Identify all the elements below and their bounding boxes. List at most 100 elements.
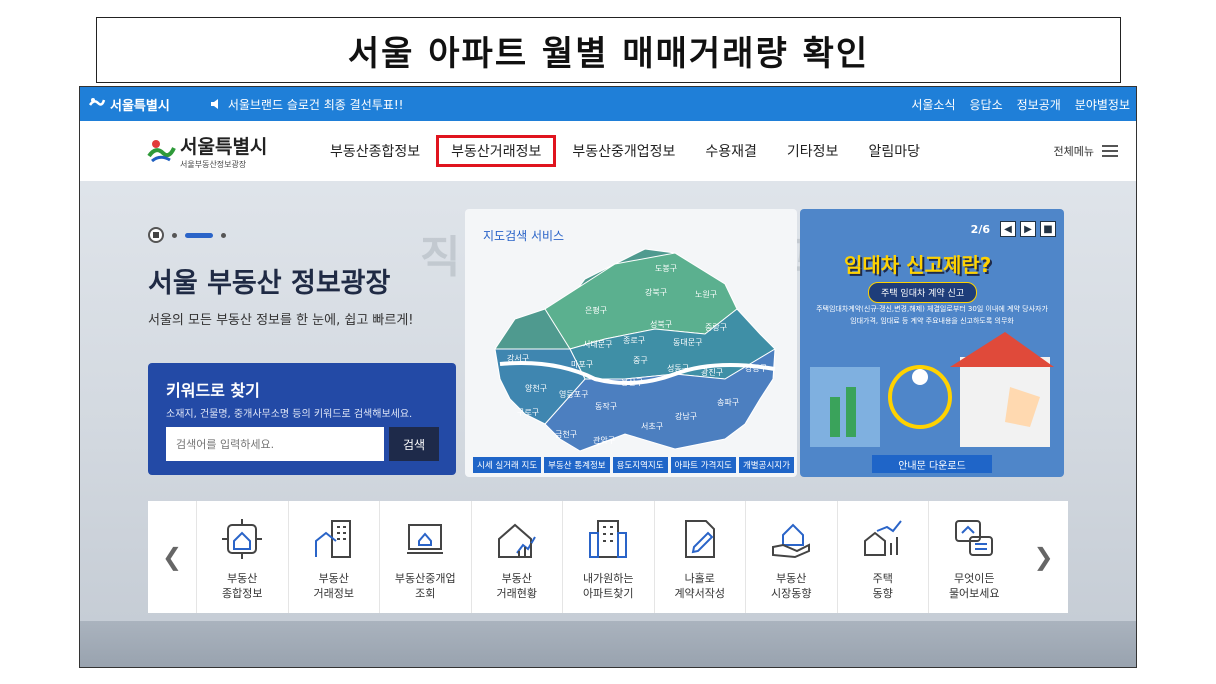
quick-link-housing-trend[interactable]: 주택 동향 — [836, 501, 929, 613]
top-link-field-info[interactable]: 분야별정보 — [1075, 96, 1130, 113]
chevron-left-icon[interactable]: ◀ — [1000, 221, 1016, 237]
stop-icon[interactable]: ■ — [1040, 221, 1056, 237]
district-label[interactable]: 영등포구 — [559, 389, 588, 399]
promo-counter: 2/6 — [970, 222, 990, 236]
menu-notice[interactable]: 알림마당 — [854, 135, 934, 167]
seoul-map[interactable]: 도봉구 강북구 노원구 은평구 성북구 중랑구 종로구 동대문구 서대문구 강서… — [475, 239, 787, 457]
top-brand[interactable]: 서울특별시 — [88, 95, 170, 114]
logo-sub-text: 서울부동산정보광장 — [180, 160, 247, 169]
speaker-icon — [210, 99, 218, 109]
top-notice[interactable]: 서울브랜드 슬로건 최종 결선투표!! — [210, 96, 404, 113]
keyword-search-input[interactable] — [166, 427, 384, 461]
quick-link-label: 시장동향 — [771, 587, 812, 600]
top-utility-bar: 서울특별시 서울브랜드 슬로건 최종 결선투표!! 서울소식 응답소 정보공개 … — [80, 87, 1136, 121]
district-label[interactable]: 중랑구 — [705, 322, 727, 332]
full-menu-button[interactable]: 전체메뉴 — [1054, 143, 1118, 159]
top-link-response[interactable]: 응답소 — [970, 96, 1003, 113]
keyword-search-button[interactable]: 검색 — [389, 427, 439, 461]
quick-link-label: 거래현황 — [496, 587, 537, 600]
quick-link-market-trend[interactable]: 부동산 시장동향 — [745, 501, 837, 613]
quick-link-label: 내가원하는 — [582, 572, 634, 585]
apartment-icon — [589, 520, 628, 558]
district-label[interactable]: 도봉구 — [655, 264, 677, 273]
promo-banner[interactable]: 2/6 ◀ ▶ ■ 임대차 신고제란? 주택 임대차 계약 신고 주택임대차계약… — [800, 209, 1064, 477]
keyword-search-box: 키워드로 찾기 소재지, 건물명, 중개사무소명 등의 키워드로 검색해보세요.… — [148, 363, 456, 475]
quick-link-label: 부동산 — [776, 572, 807, 585]
menu-transaction-info[interactable]: 부동산거래정보 — [436, 135, 557, 167]
map-tab-apt-price[interactable]: 아파트 가격지도 — [670, 457, 736, 473]
chevron-right-icon[interactable]: ▶ — [1020, 221, 1036, 237]
district-label[interactable]: 동작구 — [595, 401, 617, 411]
district-label[interactable]: 종로구 — [623, 336, 645, 345]
district-label[interactable]: 강북구 — [645, 287, 667, 297]
hamburger-icon — [1102, 145, 1118, 157]
district-label[interactable]: 은평구 — [585, 305, 607, 315]
slide-dot[interactable] — [172, 232, 177, 238]
map-tab-zoning[interactable]: 용도지역지도 — [612, 457, 668, 473]
top-link-disclosure[interactable]: 정보공개 — [1017, 96, 1061, 113]
district-label[interactable]: 송파구 — [717, 398, 739, 407]
quick-link-transaction-status[interactable]: 부동산 거래현황 — [470, 501, 563, 613]
keyword-title: 키워드로 찾기 — [166, 381, 260, 400]
top-link-news[interactable]: 서울소식 — [911, 96, 955, 113]
quick-link-self-contract[interactable]: 나홀로 계약서작성 — [653, 501, 746, 613]
slide-title-box: 서울 아파트 월별 매매거래량 확인 — [96, 17, 1121, 83]
quick-link-label: 조회 — [415, 587, 436, 600]
district-label[interactable]: 양천구 — [525, 383, 547, 393]
district-label[interactable]: 용산구 — [621, 377, 643, 387]
quick-link-ask-anything[interactable]: 무엇이든 물어보세요 — [928, 501, 1020, 613]
district-label[interactable]: 구로구 — [517, 408, 539, 417]
district-label[interactable]: 노원구 — [695, 290, 717, 299]
monitor-house-icon — [407, 524, 444, 554]
district-label[interactable]: 서대문구 — [583, 340, 612, 349]
district-label[interactable]: 동대문구 — [673, 338, 702, 347]
slide-dot[interactable] — [221, 232, 226, 238]
site-logo[interactable]: 서울특별시 서울부동산정보광장 — [146, 132, 316, 170]
district-label[interactable]: 강서구 — [507, 353, 529, 363]
quick-link-real-estate-info[interactable]: 부동산 종합정보 — [196, 501, 288, 613]
seoul-symbol-icon — [147, 140, 176, 163]
slide-indicator — [148, 227, 226, 243]
chevron-left-icon[interactable]: ❮ — [148, 501, 196, 613]
top-brand-label: 서울특별시 — [110, 98, 170, 114]
map-tabs: 시세 실거래 지도 부동산 통계정보 용도지역지도 아파트 가격지도 개별공시지… — [473, 457, 794, 473]
pause-icon[interactable] — [148, 227, 164, 243]
quick-link-broker-search[interactable]: 부동산중개업 조회 — [379, 501, 471, 613]
district-label[interactable]: 마포구 — [571, 360, 593, 369]
quick-link-find-apartment[interactable]: 내가원하는 아파트찾기 — [562, 501, 654, 613]
district-label[interactable]: 관악구 — [593, 435, 615, 445]
slide-dot-active[interactable] — [185, 232, 213, 238]
district-label[interactable]: 성북구 — [650, 320, 672, 329]
district-label[interactable]: 금천구 — [555, 429, 577, 439]
quick-link-label: 부동산중개업 — [394, 572, 456, 585]
district-label[interactable]: 성동구 — [667, 364, 689, 373]
district-label[interactable]: 강남구 — [675, 411, 697, 421]
quick-link-label: 부동산 — [318, 572, 349, 585]
browser-screenshot: 서울특별시 서울브랜드 슬로건 최종 결선투표!! 서울소식 응답소 정보공개 … — [79, 86, 1137, 668]
district-label[interactable]: 강동구 — [745, 363, 767, 373]
promo-download-button[interactable]: 안내문 다운로드 — [872, 455, 992, 473]
map-tab-land-price[interactable]: 개별공시지가 — [738, 457, 794, 473]
menu-other-info[interactable]: 기타정보 — [773, 135, 853, 167]
district-label[interactable]: 광진구 — [701, 367, 723, 377]
house-trend-icon — [863, 520, 902, 556]
top-notice-text: 서울브랜드 슬로건 최종 결선투표!! — [227, 97, 404, 112]
chevron-right-icon[interactable]: ❯ — [1020, 501, 1068, 613]
hero-subtitle: 서울의 모든 부동산 정보를 한 눈에, 쉽고 빠르게! — [148, 313, 414, 328]
map-tab-stats[interactable]: 부동산 통계정보 — [544, 457, 610, 473]
quick-link-label: 무엇이든 — [954, 572, 995, 585]
map-tab-realtime[interactable]: 시세 실거래 지도 — [473, 457, 542, 473]
menu-real-estate-info[interactable]: 부동산종합정보 — [316, 135, 434, 167]
menu-broker-info[interactable]: 부동산중개업정보 — [558, 135, 689, 167]
district-label[interactable]: 서초구 — [641, 422, 663, 431]
quick-links: ❮ 부동산 종합정보 부동산 거래정보 부동산중개업 조회 부동산 거래현황 내… — [148, 501, 1068, 613]
quick-link-label: 부동산 — [227, 572, 258, 585]
district-label[interactable]: 중구 — [633, 356, 648, 365]
promo-text: 주택임대차계약(신규·갱신,변경,해제) 체결일로부터 30일 이내에 계약 당… — [816, 305, 1048, 325]
full-menu-label: 전체메뉴 — [1053, 145, 1094, 158]
menu-expropriation[interactable]: 수용재결 — [691, 135, 771, 167]
quick-link-label: 물어보세요 — [948, 587, 1000, 600]
main-navbar: 서울특별시 서울부동산정보광장 부동산종합정보 부동산거래정보 부동산중개업정보… — [80, 121, 1136, 181]
hand-house-icon — [772, 523, 811, 559]
quick-link-transaction-info[interactable]: 부동산 거래정보 — [287, 501, 380, 613]
